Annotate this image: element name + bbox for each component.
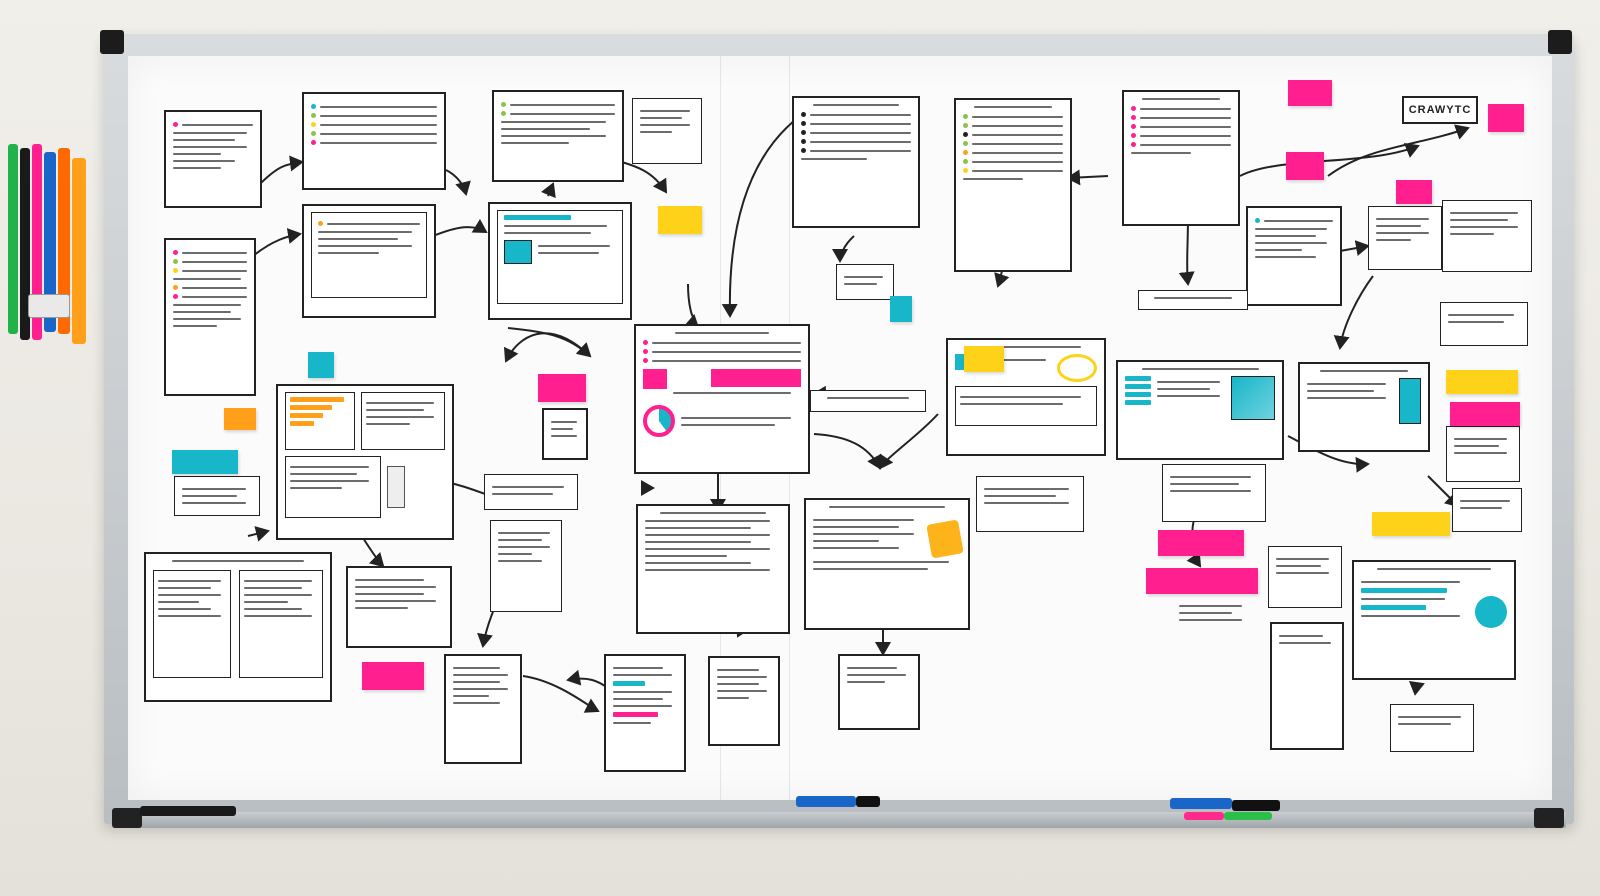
flowchart-card <box>1352 560 1516 680</box>
sticky-note <box>1488 104 1524 132</box>
flowchart-card <box>1138 290 1248 310</box>
blue-marker[interactable] <box>1170 798 1232 809</box>
marker-cap <box>856 796 880 807</box>
eraser[interactable] <box>140 806 236 816</box>
flowchart-card <box>1162 464 1266 522</box>
flowchart-card <box>1116 360 1284 460</box>
flowchart-card <box>488 202 632 320</box>
sticky-note <box>224 408 256 430</box>
flowchart-card <box>302 92 446 190</box>
flowchart-card <box>1368 206 1442 270</box>
green-marker[interactable] <box>1224 812 1272 820</box>
pen[interactable] <box>8 144 18 334</box>
flowchart-card <box>1390 704 1474 752</box>
flowchart-card <box>1172 594 1254 644</box>
sticky-note <box>658 206 702 234</box>
sticky-note <box>1146 568 1258 594</box>
frame-corner <box>1548 30 1572 54</box>
sticky-note <box>538 374 586 402</box>
sticky-note <box>1450 402 1520 426</box>
sticky-note <box>308 352 334 378</box>
flowchart-card <box>954 98 1072 272</box>
chart-icon <box>926 519 964 559</box>
flowchart-card <box>1298 362 1430 452</box>
pen[interactable] <box>72 158 86 344</box>
pie-chart-icon <box>1475 596 1507 628</box>
flowchart-card <box>492 90 624 182</box>
flowchart-card <box>484 474 578 510</box>
blue-marker[interactable] <box>796 796 856 807</box>
flowchart-card <box>1268 546 1342 608</box>
flowchart-card <box>1440 302 1528 346</box>
tray-end-cap <box>112 808 142 828</box>
whiteboard-surface: CRAWYTC <box>128 56 1552 800</box>
document-icon <box>1231 376 1275 420</box>
sticky-note <box>1396 180 1432 204</box>
sticky-note <box>1286 152 1324 180</box>
sticky-note <box>1158 530 1244 556</box>
flowchart-card <box>444 654 522 764</box>
flowchart-card <box>632 98 702 164</box>
board-title-label: CRAWYTC <box>1402 96 1478 124</box>
flowchart-card <box>1446 426 1520 482</box>
flowchart-card <box>604 654 686 772</box>
sticky-note <box>964 346 1004 372</box>
marker-holder <box>4 144 92 350</box>
document-icon <box>1057 354 1097 382</box>
flowchart-card <box>636 504 790 634</box>
flowchart-card <box>1246 206 1342 306</box>
flowchart-card <box>276 384 454 540</box>
flowchart-card <box>810 390 926 412</box>
flowchart-card <box>838 654 920 730</box>
flowchart-card <box>144 552 332 702</box>
sticky-note <box>890 296 912 322</box>
sticky-note <box>172 450 238 474</box>
flowchart-card <box>302 204 436 318</box>
flowchart-card <box>1122 90 1240 226</box>
flowchart-card <box>1442 200 1532 272</box>
holder-clip <box>28 294 70 318</box>
black-marker[interactable] <box>1232 800 1280 811</box>
flowchart-card <box>792 96 920 228</box>
pie-chart-icon <box>643 405 675 437</box>
flowchart-card <box>804 498 970 630</box>
sticky-note <box>1446 370 1518 394</box>
flowchart-card <box>1270 622 1344 750</box>
book-icon <box>387 466 405 508</box>
flowchart-card <box>836 264 894 300</box>
flowchart-card <box>490 520 562 612</box>
flowchart-card <box>542 408 588 460</box>
flowchart-card <box>1452 488 1522 532</box>
sticky-note <box>1288 80 1332 106</box>
flowchart-card <box>164 238 256 396</box>
frame-corner <box>100 30 124 54</box>
tray-end-cap <box>1534 808 1564 828</box>
marker-tray <box>116 812 1566 828</box>
flowchart-card <box>708 656 780 746</box>
pink-marker[interactable] <box>1184 812 1224 820</box>
flowchart-card <box>174 476 260 516</box>
sticky-note <box>362 662 424 690</box>
sticky-note <box>1372 512 1450 536</box>
flowchart-card <box>346 566 452 648</box>
flowchart-card <box>164 110 262 208</box>
flowchart-card <box>976 476 1084 532</box>
flowchart-card <box>634 324 810 474</box>
